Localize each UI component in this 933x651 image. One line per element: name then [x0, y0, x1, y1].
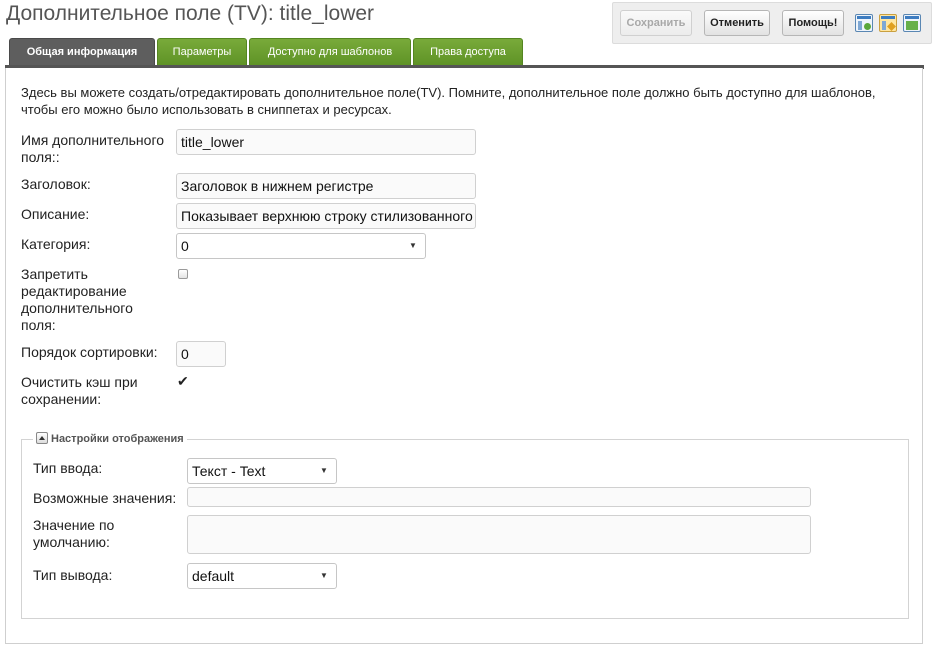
input-type-label: Тип ввода:: [33, 460, 103, 476]
collapse-icon[interactable]: [36, 432, 48, 444]
default-value-textarea[interactable]: [187, 515, 811, 554]
caption-input[interactable]: Заголовок в нижнем регистре: [176, 173, 476, 199]
toolbar: Сохранить Отменить Помощь!: [612, 2, 932, 44]
clear-cache-label: Очистить кэш при сохранении:: [21, 374, 138, 407]
layout-default-icon[interactable]: [855, 14, 873, 32]
description-label: Описание:: [21, 206, 90, 222]
caption-label: Заголовок:: [21, 176, 91, 192]
cancel-button[interactable]: Отменить: [704, 10, 770, 36]
chevron-down-icon[interactable]: ▼: [312, 459, 336, 483]
layout-split-icon[interactable]: [903, 14, 921, 32]
output-type-value: default: [192, 568, 235, 584]
name-label: Имя дополнительного поля::: [21, 132, 165, 165]
save-button[interactable]: Сохранить: [620, 10, 692, 36]
tab-access-rights[interactable]: Права доступа: [413, 38, 523, 66]
input-type-value: Текст - Text: [192, 463, 266, 479]
output-type-select[interactable]: default ▼: [187, 563, 337, 589]
clear-cache-checkbox[interactable]: ✔: [177, 374, 189, 388]
intro-text: Здесь вы можете создать/отредактировать …: [21, 85, 876, 117]
category-label: Категория:: [21, 236, 91, 252]
tab-template-access[interactable]: Доступно для шаблонов: [249, 38, 411, 66]
chevron-down-icon[interactable]: ▼: [401, 234, 425, 258]
output-type-label: Тип вывода:: [33, 567, 113, 583]
input-options-input[interactable]: [187, 487, 811, 507]
layout-edit-icon[interactable]: [879, 14, 897, 32]
tab-parameters[interactable]: Параметры: [157, 38, 247, 66]
display-settings-title: Настройки отображения: [51, 433, 184, 445]
name-input[interactable]: title_lower: [176, 129, 476, 155]
category-select[interactable]: 0 ▼: [176, 233, 426, 259]
chevron-down-icon[interactable]: ▼: [312, 564, 336, 588]
rank-label: Порядок сортировки:: [21, 344, 158, 360]
lock-label: Запретить редактирование дополнительного…: [21, 266, 133, 333]
display-settings-legend[interactable]: Настройки отображения: [33, 432, 187, 446]
tab-general-info[interactable]: Общая информация: [9, 38, 155, 66]
help-button[interactable]: Помощь!: [782, 10, 844, 36]
page-title: Дополнительное поле (TV): title_lower: [6, 2, 375, 25]
input-type-select[interactable]: Текст - Text ▼: [187, 458, 337, 484]
category-value: 0: [181, 238, 189, 254]
lock-checkbox[interactable]: [178, 269, 188, 279]
default-value-label: Значение по умолчанию:: [33, 517, 115, 550]
rank-input[interactable]: 0: [176, 341, 226, 367]
input-options-label: Возможные значения:: [33, 490, 177, 506]
description-input[interactable]: Показывает верхнюю строку стилизованного: [176, 203, 476, 229]
